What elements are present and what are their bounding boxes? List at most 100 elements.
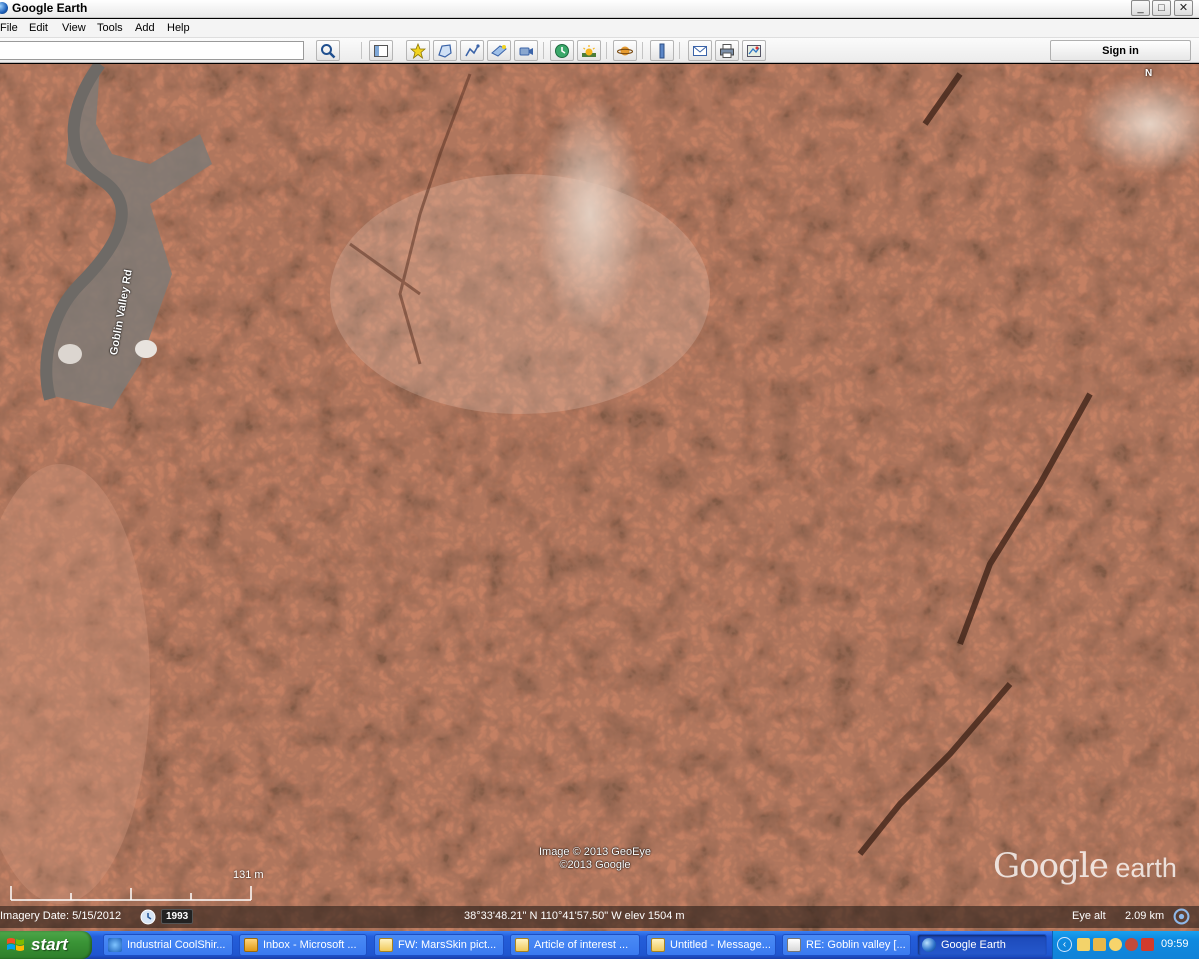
taskbar-item[interactable]: RE: Goblin valley [... [782,934,911,956]
toolbar-separator [543,42,544,59]
network-tray-icon[interactable] [1125,938,1138,951]
menu-bar: File Edit View Tools Add Help [0,19,1199,38]
toolbar: Sign in [0,38,1199,63]
print-button[interactable] [715,40,739,61]
ruler-icon [659,43,665,58]
search-button[interactable] [316,40,340,61]
taskbar-item-active[interactable]: Google Earth [917,934,1047,956]
taskbar-item-label: FW: MarsSkin pict... [398,939,497,951]
email-icon [693,45,707,56]
taskbar-item[interactable]: Article of interest ... [510,934,640,956]
menu-help[interactable]: Help [167,22,190,34]
menu-tools[interactable]: Tools [97,22,123,34]
image-overlay-icon [491,44,507,57]
pointer-coordinates: 38°33'48.21" N 110°41'57.50" W elev 1504… [464,910,685,922]
system-tray: ‹ 09:59 [1052,931,1199,959]
search-icon [321,43,336,58]
maximize-button[interactable]: □ [1152,0,1171,16]
taskbar-item-label: Industrial CoolShir... [127,939,226,951]
clock[interactable]: 09:59 [1161,938,1189,950]
add-placemark-button[interactable] [406,40,430,61]
taskbar-item[interactable]: Inbox - Microsoft ... [239,934,367,956]
toolbar-separator [679,42,680,59]
sidebar-toggle-button[interactable] [369,40,393,61]
earth-icon [922,938,936,952]
taskbar-item[interactable]: FW: MarsSkin pict... [374,934,504,956]
imagery-attribution: Image © 2013 GeoEye ©2013 Google [470,846,720,872]
menu-file[interactable]: File [0,22,18,34]
toolbar-separator [642,42,643,59]
record-tour-icon [519,47,533,55]
north-indicator[interactable]: N [1145,68,1152,79]
start-label: start [31,935,68,954]
mail-reply-icon [787,938,801,952]
attribution-line-1: Image © 2013 GeoEye [538,846,652,858]
scale-bar [10,886,252,901]
window-title: Google Earth [12,1,88,15]
streaming-indicator-icon [1173,908,1190,925]
taskbar-item[interactable]: Untitled - Message... [646,934,776,956]
sunlight-button[interactable] [577,40,601,61]
taskbar: start Industrial CoolShir... Inbox - Mic… [0,931,1199,959]
taskbar-item-label: Inbox - Microsoft ... [263,939,357,951]
status-bar: Imagery Date: 5/15/2012 1993 38°33'48.21… [0,906,1199,928]
view-in-maps-icon [747,44,761,57]
historical-year-badge[interactable]: 1993 [161,909,194,924]
sunlight-icon [582,44,596,57]
toolbar-separator [361,42,362,59]
taskbar-item-label: RE: Goblin valley [... [806,939,906,951]
sidebar-toggle-icon [374,44,388,57]
eye-altitude-label: Eye alt [1072,910,1106,922]
ruler-button[interactable] [650,40,674,61]
outlook-tray-icon[interactable] [1109,938,1122,951]
switch-planet-button[interactable] [613,40,637,61]
print-icon [720,43,734,58]
sign-in-button[interactable]: Sign in [1050,40,1191,61]
menu-add[interactable]: Add [135,22,155,34]
ie-icon [108,938,122,952]
email-button[interactable] [688,40,712,61]
taskbar-item-label: Untitled - Message... [670,939,771,951]
menu-view[interactable]: View [62,22,86,34]
mail-icon [379,938,393,952]
mail-notification-icon[interactable] [1077,938,1090,951]
attribution-line-2: ©2013 Google [559,859,631,871]
google-earth-app-icon [0,2,8,14]
search-input[interactable] [0,41,304,60]
eye-altitude-value: 2.09 km [1125,910,1165,922]
title-bar[interactable]: Google Earth _ □ ✕ [0,0,1199,18]
taskbar-item-label: Google Earth [941,939,1006,951]
path-icon [465,43,480,56]
add-path-button[interactable] [460,40,484,61]
menu-edit[interactable]: Edit [29,22,48,34]
add-image-overlay-button[interactable] [487,40,511,61]
security-shield-icon[interactable] [1141,938,1154,951]
watermark-sub: earth [1107,853,1177,883]
view-in-maps-button[interactable] [742,40,766,61]
folder-tray-icon[interactable] [1093,938,1106,951]
start-button[interactable]: start [0,931,92,959]
imagery-date: Imagery Date: 5/15/2012 [0,910,122,922]
record-tour-button[interactable] [514,40,538,61]
map-view[interactable]: Goblin Valley Rd N Image © 2013 GeoEye ©… [0,64,1199,931]
outlook-icon [244,938,258,952]
taskbar-item-label: Article of interest ... [534,939,629,951]
toolbar-separator [606,42,607,59]
planets-icon [617,46,633,55]
show-hidden-icons-button[interactable]: ‹ [1057,937,1072,952]
historical-imagery-icon[interactable] [140,909,156,925]
historical-imagery-button[interactable] [550,40,574,61]
polygon-icon [438,43,452,58]
add-polygon-button[interactable] [433,40,457,61]
scale-label: 131 m [233,869,264,881]
close-button[interactable]: ✕ [1174,0,1193,16]
mail-icon [651,938,665,952]
google-earth-watermark: Google earth [993,846,1177,886]
taskbar-item[interactable]: Industrial CoolShir... [103,934,233,956]
minimize-button[interactable]: _ [1131,0,1150,16]
windows-logo-icon [7,938,24,951]
watermark-main: Google [993,846,1109,886]
satellite-terrain-image [0,64,1199,931]
historical-imagery-icon [555,43,569,58]
placemark-icon [410,42,426,59]
